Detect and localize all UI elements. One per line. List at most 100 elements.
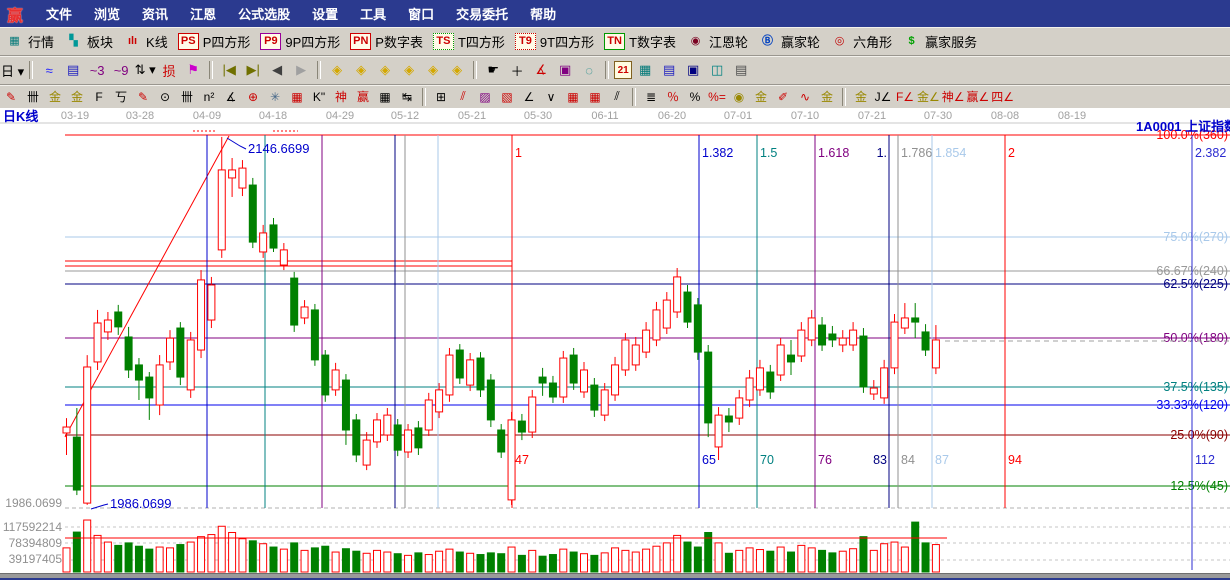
calendar-icon-icon[interactable]: 21 <box>614 61 632 79</box>
gann-diamond-all-icon[interactable]: ◈ <box>446 61 468 80</box>
flag-chart-icon-icon[interactable]: ⚑ <box>182 61 204 80</box>
toolbar-button-T数字表[interactable]: TNT数字表 <box>604 32 676 51</box>
svg-text:94: 94 <box>1008 453 1022 467</box>
gann-diamond-right-icon[interactable]: ◈ <box>350 61 372 80</box>
parallel-lines-tool-icon[interactable]: ⫽ <box>607 87 627 106</box>
red-grid-2-icon[interactable]: ▦ <box>585 87 605 106</box>
menu-item-江恩[interactable]: 江恩 <box>179 7 227 22</box>
hand-tool-icon[interactable]: ☛ <box>482 61 504 80</box>
toolbar-button-T四方形[interactable]: TST四方形 <box>433 32 505 51</box>
candle-style-dropdown-icon[interactable]: ⇅ ▾ <box>134 61 156 80</box>
notepad-icon-icon[interactable]: ▤ <box>658 61 680 80</box>
box-plot-tool-icon[interactable]: ⊞ <box>431 87 451 106</box>
menu-item-帮助[interactable]: 帮助 <box>519 7 567 22</box>
shen-angle-tool-icon[interactable]: 神∠ <box>942 87 965 106</box>
info-icon-icon[interactable]: ▤ <box>62 61 84 80</box>
gold-angle-tool-icon[interactable]: 金∠ <box>917 87 940 106</box>
menu-item-交易委托[interactable]: 交易委托 <box>445 7 519 22</box>
wave3-icon-icon[interactable]: ~3 <box>86 61 108 80</box>
pencil-lines-tool-icon[interactable]: ∠ <box>519 87 539 106</box>
gann-diamond-up-icon[interactable]: ◈ <box>374 61 396 80</box>
gann-diamond-cross-icon[interactable]: ◈ <box>422 61 444 80</box>
nav-prev-icon[interactable]: ◀ <box>266 61 288 80</box>
menu-item-公式选股[interactable]: 公式选股 <box>227 7 301 22</box>
wave9-icon-icon[interactable]: ~9 <box>110 61 132 80</box>
nav-first-icon[interactable]: |◀ <box>218 61 240 80</box>
gold-grid-1-icon[interactable]: 金 <box>45 87 65 106</box>
menu-item-设置[interactable]: 设置 <box>301 7 349 22</box>
period-day-dropdown-icon[interactable]: 日 ▾ <box>1 61 24 80</box>
circle-cross-tool-icon[interactable]: ⊕ <box>243 87 263 106</box>
menu-item-窗口[interactable]: 窗口 <box>397 7 445 22</box>
calculator-icon-icon[interactable]: ▦ <box>634 61 656 80</box>
j-angle-tool-icon[interactable]: J∠ <box>873 87 893 106</box>
wave-tool-icon[interactable]: ∿ <box>795 87 815 106</box>
toolbar-button-板块[interactable]: ▚板块 <box>64 32 113 51</box>
toolbar-button-9T四方形[interactable]: T99T四方形 <box>515 32 594 51</box>
grid-tool-icon[interactable]: 卌 <box>23 87 43 106</box>
angle-tool-icon[interactable]: ∡ <box>221 87 241 106</box>
shen-tool-icon[interactable]: 神 <box>331 87 351 106</box>
win-angle-tool-icon[interactable]: 赢∠ <box>967 87 990 106</box>
s-grid-icon[interactable]: 丂 <box>111 87 131 106</box>
red-grid-1-icon[interactable]: ▦ <box>563 87 583 106</box>
trend-icon-icon[interactable]: ≈ <box>38 61 60 80</box>
brush-tool-icon[interactable]: ✎ <box>1 87 21 106</box>
toolbar-button-K线[interactable]: ılıK线 <box>123 32 168 51</box>
win-tool-icon[interactable]: 赢 <box>353 87 373 106</box>
ruler-percent-tool-icon[interactable]: ≣ <box>641 87 661 106</box>
v-lines-tool-icon[interactable]: ∨ <box>541 87 561 106</box>
gann-diamond-down-icon[interactable]: ◈ <box>398 61 420 80</box>
flag-pen-tool-icon[interactable]: ✐ <box>773 87 793 106</box>
compass-tool-icon[interactable]: ⊙ <box>155 87 175 106</box>
printer-icon-icon[interactable]: ▤ <box>730 61 752 80</box>
toolbar-button-江恩轮[interactable]: ◉江恩轮 <box>686 32 748 51</box>
f-angle-tool-icon[interactable]: F∠ <box>895 87 915 106</box>
toolbar-button-行情[interactable]: ▦行情 <box>5 32 54 51</box>
grid-tool-2-icon[interactable]: 卌 <box>177 87 197 106</box>
angle-view-tool-icon[interactable]: ∡ <box>530 61 552 80</box>
toolbar-button-P四方形[interactable]: PSP四方形 <box>178 32 251 51</box>
menu-item-工具[interactable]: 工具 <box>349 7 397 22</box>
percent-line-tool-icon[interactable]: %= <box>707 87 727 106</box>
candle <box>870 388 877 394</box>
menu-item-文件[interactable]: 文件 <box>35 7 83 22</box>
square-number-tool-icon[interactable]: n² <box>199 87 219 106</box>
span-tool-icon[interactable]: ↹ <box>397 87 417 106</box>
pattern-icon-icon[interactable]: ◌ <box>578 61 600 80</box>
menu-item-资讯[interactable]: 资讯 <box>131 7 179 22</box>
toolbar-button-P数字表[interactable]: PNP数字表 <box>350 32 423 51</box>
gold-angle-base-icon[interactable]: 金 <box>851 87 871 106</box>
save-icon-icon[interactable]: ▣ <box>682 61 704 80</box>
box-grid-tool-icon[interactable]: ▦ <box>287 87 307 106</box>
menu-item-浏览[interactable]: 浏览 <box>83 7 131 22</box>
nav-next-icon[interactable]: ▶ <box>290 61 312 80</box>
snowflake-tool-icon[interactable]: ✳ <box>265 87 285 106</box>
percent-red-tool-icon[interactable]: ％ <box>663 87 683 106</box>
toolbar-button-赢家轮[interactable]: Ⓑ赢家轮 <box>758 32 820 51</box>
loss-icon-icon[interactable]: 损 <box>158 61 180 80</box>
gold-circle-tool-icon[interactable]: ◉ <box>729 87 749 106</box>
chart-area[interactable]: 03-1903-2804-0904-1804-2905-1205-2105-30… <box>0 108 1230 573</box>
percent-tool-icon[interactable]: % <box>685 87 705 106</box>
gold-bar-tool-icon[interactable]: 金 <box>817 87 837 106</box>
gold-lines-tool-icon[interactable]: 金 <box>751 87 771 106</box>
toolbar-button-赢家服务[interactable]: $赢家服务 <box>902 32 977 51</box>
red-pen-icon[interactable]: ✎ <box>133 87 153 106</box>
fan-box-purple-icon[interactable]: ▨ <box>475 87 495 106</box>
toolbar-button-六角形[interactable]: ◎六角形 <box>830 32 892 51</box>
gann-diamond-left-icon[interactable]: ◈ <box>326 61 348 80</box>
crosshair-tool-icon[interactable]: ＋ <box>506 61 528 80</box>
fan-box-red-icon[interactable]: ▧ <box>497 87 517 106</box>
gift-icon-icon[interactable]: ▣ <box>554 61 576 80</box>
fan-lines-tool-icon[interactable]: ⫽ <box>453 87 473 106</box>
four-angle-tool-icon[interactable]: 四∠ <box>991 87 1014 106</box>
gold-grid-2-icon[interactable]: 金 <box>67 87 87 106</box>
f-grid-icon[interactable]: F <box>89 87 109 106</box>
nav-last-icon[interactable]: ▶| <box>242 61 264 80</box>
k-mark-tool-icon[interactable]: K" <box>309 87 329 106</box>
network-icon-icon[interactable]: ◫ <box>706 61 728 80</box>
grid-123-tool-icon[interactable]: ▦ <box>375 87 395 106</box>
kline-chart-canvas[interactable]: 03-1903-2804-0904-1804-2905-1205-2105-30… <box>0 108 1230 573</box>
toolbar-button-9P四方形[interactable]: P99P四方形 <box>260 32 340 51</box>
